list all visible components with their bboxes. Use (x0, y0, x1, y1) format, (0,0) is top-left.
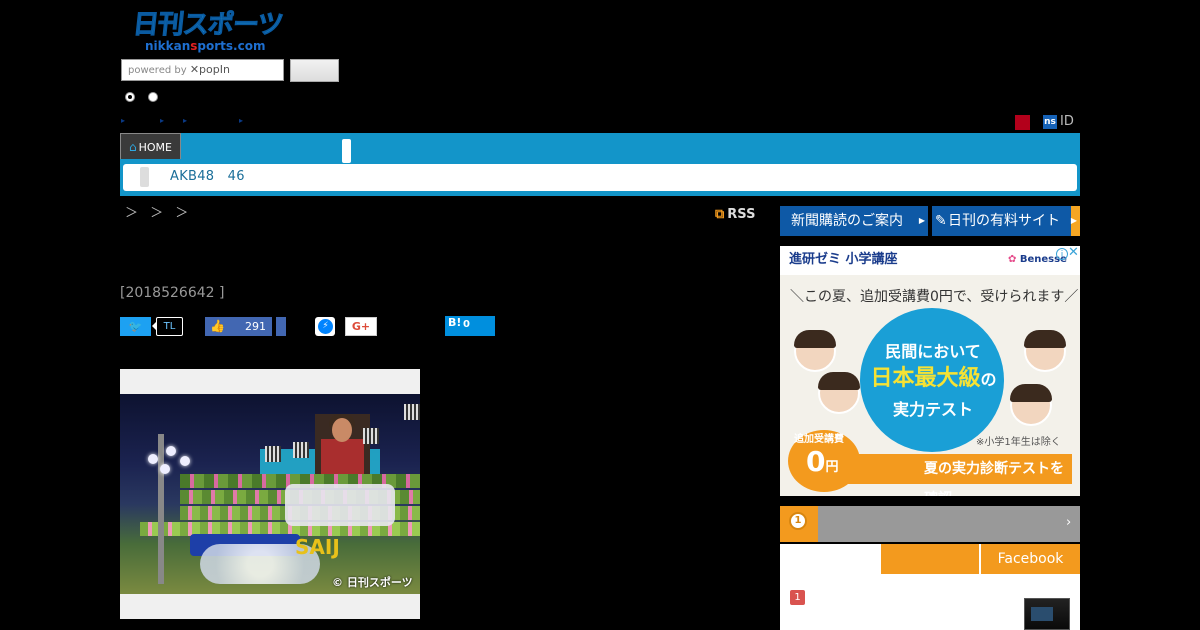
portrait-jacket (321, 439, 364, 479)
article-photo[interactable]: SAIJ © 日刊スポーツ (120, 394, 420, 594)
stage-light (180, 456, 190, 466)
messenger-icon: ⚡ (318, 319, 333, 334)
hatena-bookmark-button[interactable]: B! 0 (445, 316, 495, 336)
twitter-timeline-button[interactable]: TL (156, 317, 183, 336)
facebook-share-button[interactable] (276, 317, 286, 336)
nav-tab-indicator[interactable] (342, 139, 351, 163)
search-scope-radio-site[interactable] (125, 92, 135, 102)
white-flower-arrangement (285, 484, 395, 526)
chevron-right-icon[interactable]: › (1066, 515, 1071, 531)
ranking-tab[interactable] (881, 544, 979, 574)
child-photo (1010, 384, 1052, 426)
home-icon: ⌂ (129, 140, 137, 154)
ns-logo-icon[interactable]: ns (1043, 115, 1057, 129)
subscription-guide-button[interactable]: 新聞購読のご案内 ▶ (780, 206, 928, 236)
like-count: 291 (245, 320, 266, 333)
popin-logo: ✕popIn (189, 63, 230, 76)
portrait-face (332, 418, 352, 442)
paid-site-button[interactable]: ✎ 日刊の有料サイト ▶ (932, 206, 1080, 236)
header-red-icon[interactable] (1015, 115, 1030, 130)
powered-by-label: powered by (128, 65, 187, 76)
hatena-count: 0 (463, 319, 470, 330)
article-date: [2018526642 ] (120, 285, 225, 301)
ad-circle-line2: 日本最大級の (870, 366, 997, 391)
ranking-tab-facebook[interactable]: Facebook (981, 544, 1080, 574)
light-panel (293, 442, 309, 458)
nav-tab-home-label: HOME (138, 141, 172, 154)
light-truss (158, 434, 164, 584)
ranking-thumbnail[interactable] (1024, 598, 1070, 630)
stage-light (166, 446, 176, 456)
site-logo[interactable]: 日刊スポーツ nikkansports.com (131, 10, 288, 56)
photo-credit: © 日刊スポーツ (332, 576, 413, 589)
ad-slogan: ＼この夏、追加受講費0円で、受けられます／ (790, 289, 1079, 305)
ad-circle-line1: 民間において (885, 342, 981, 361)
header-link-arrow-icon[interactable]: ▸ (239, 116, 243, 126)
light-panel (363, 428, 379, 444)
ad-circle-line3: 実力テスト (892, 400, 973, 419)
sub-nav-link[interactable]: AKB48 46 (170, 169, 245, 185)
ad-close-icon[interactable]: ✕ (1068, 246, 1079, 260)
rank-number-badge: 1 (790, 590, 805, 605)
hatena-icon: B! (448, 316, 462, 329)
google-plus-share-button[interactable]: G+ (345, 317, 377, 336)
ranking-icon-box: 1 (780, 506, 818, 542)
ad-note: ※小学1年生は除く (976, 437, 1061, 448)
thumbs-up-icon: 👍 (210, 319, 225, 333)
child-photo (818, 372, 860, 414)
ad-title: 進研ゼミ 小学講座 (789, 252, 898, 267)
child-photo (1024, 330, 1066, 372)
header-link-arrow-icon[interactable]: ▸ (183, 116, 187, 126)
search-input[interactable]: powered by ✕popIn (121, 59, 284, 81)
breadcrumb[interactable]: ＞ ＞ ＞ (125, 206, 188, 222)
stage-light (148, 454, 158, 464)
light-panel (265, 446, 281, 462)
logo-domain: nikkansports.com (145, 39, 266, 53)
stage-sign: SAIJ (295, 535, 340, 559)
id-login-link[interactable]: ID (1060, 114, 1074, 130)
ad-price-value: 0円 (806, 445, 839, 478)
light-panel (404, 404, 420, 420)
advertisement-banner[interactable]: 進研ゼミ 小学講座 ✿ Benesse i ✕ ＼この夏、追加受講費0円で、受け… (780, 246, 1080, 496)
stage-light (160, 464, 170, 474)
arrow-right-icon: ▶ (1070, 216, 1077, 225)
child-photo (794, 330, 836, 372)
ad-cta-button[interactable]: 夏の実力診断テストを確認 (848, 454, 1072, 496)
medal-icon: 1 (789, 512, 807, 530)
nav-tab-home[interactable]: ⌂ HOME (120, 133, 181, 159)
header-link-arrow-icon[interactable]: ▸ (121, 116, 125, 126)
twitter-share-button[interactable]: 🐦 (120, 317, 151, 336)
twitter-bird-icon: 🐦 (128, 320, 143, 333)
facebook-like-button[interactable]: 👍 291 (205, 317, 272, 336)
ad-info-icon[interactable]: i (1056, 248, 1068, 260)
search-scope-radio-web[interactable] (148, 92, 158, 102)
logo-japanese: 日刊スポーツ (131, 10, 285, 41)
rss-link[interactable]: ⧉ RSS (715, 207, 755, 223)
header-link-arrow-icon[interactable]: ▸ (160, 116, 164, 126)
ranking-header[interactable] (780, 506, 1080, 542)
arrow-right-icon: ▶ (918, 216, 925, 225)
sub-nav-marker (140, 167, 149, 187)
search-button[interactable] (290, 59, 339, 82)
rss-icon: ⧉ (715, 207, 725, 222)
sub-nav (123, 164, 1077, 191)
pencil-icon: ✎ (935, 213, 947, 229)
